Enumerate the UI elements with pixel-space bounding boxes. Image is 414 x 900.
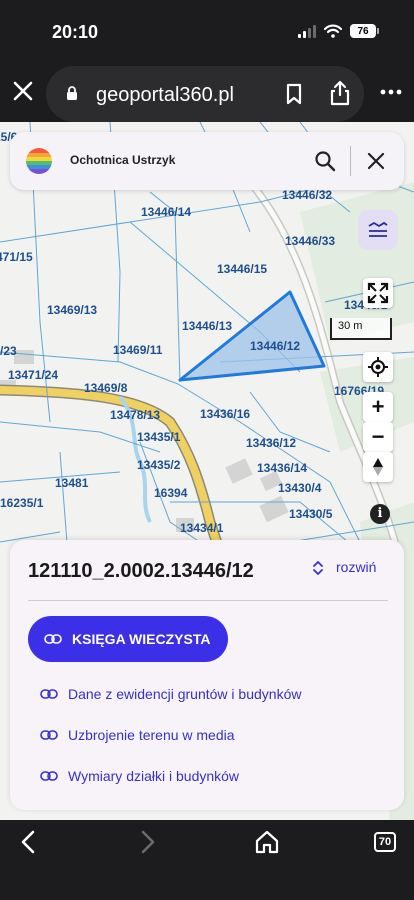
expand-icon[interactable] [312,560,324,576]
link-icon [40,689,58,699]
parcel-label: 13446/12 [250,339,301,353]
compass-icon [373,458,383,476]
utilities-link[interactable]: Uzbrojenie terenu w media [40,727,235,743]
land-register-label: KSIĘGA WIECZYSTA [72,631,211,647]
parcel-label: 13469/8 [84,381,128,395]
locate-icon [368,357,388,377]
parcel-label: 13469/11 [113,343,163,357]
parcel-label: 13469/13 [47,303,98,317]
parcel-label: 13435/1 [137,430,181,444]
more-icon[interactable] [380,88,402,96]
close-icon[interactable] [10,78,36,104]
layers-icon [368,221,388,237]
locate-button[interactable] [363,352,393,382]
parcel-label: 16235/1 [0,496,44,510]
parcel-sheet: 121110_2.0002.13446/12 rozwiń KSIĘGA WIE… [10,540,404,810]
dimensions-link[interactable]: Wymiary działki i budynków [40,768,239,784]
search-title: Ochotnica Ustrzyk [70,153,176,167]
parcel-label: 13478/13 [110,408,161,422]
dimensions-label: Wymiary działki i budynków [68,768,240,784]
back-icon[interactable] [16,830,40,854]
parcel-label: 13430/4 [278,481,322,495]
parcel-label: 13436/16 [200,407,251,421]
parcel-label: 13446/32 [282,188,333,202]
parcel-label: 13446/15 [217,262,268,276]
scale-bar: 30 m [330,318,392,340]
parcel-label: 13430/5 [289,507,333,521]
land-register-button[interactable]: KSIĘGA WIECZYSTA [28,616,228,662]
zoom-in-button[interactable]: + [363,392,393,422]
close-search-icon[interactable] [366,151,386,171]
link-icon [40,771,58,781]
address-bar[interactable]: geoportal360.pl [46,66,364,122]
lock-icon [67,86,77,100]
search-card[interactable]: Ochotnica Ustrzyk [10,132,404,190]
info-icon[interactable]: i [370,504,390,524]
parcel-id: 121110_2.0002.13446/12 [28,560,254,582]
logo-icon [26,148,52,174]
share-icon[interactable] [328,80,352,106]
fullscreen-button[interactable] [363,278,393,308]
search-icon[interactable] [314,150,336,172]
compass-button[interactable] [363,452,393,482]
status-icons: 76 [298,24,379,38]
parcel-label: 13435/2 [137,458,181,472]
land-records-label: Dane z ewidencji gruntów i budynków [68,686,302,702]
link-icon [40,730,58,740]
parcel-label: 13446/13 [182,319,233,333]
browser-toolbar: geoportal360.pl [0,62,414,122]
parcel-label: /23 [0,344,17,358]
forward-icon[interactable] [136,830,160,854]
parcel-label: 13434/1 [180,521,224,535]
parcel-label: 13436/12 [246,436,297,450]
battery-icon: 76 [350,24,379,38]
link-icon [44,634,62,644]
zoom-out-button[interactable]: − [363,422,393,452]
parcel-label: 13446/33 [285,234,336,248]
layers-button[interactable] [358,210,398,250]
url-text: geoportal360.pl [96,84,234,106]
utilities-label: Uzbrojenie terenu w media [68,727,235,743]
parcel-label: 471/15 [0,250,33,264]
fullscreen-icon [367,282,389,304]
sheet-divider [28,600,388,601]
parcel-label: 13471/24 [8,368,59,382]
search-divider [350,146,351,176]
parcel-label: 13436/14 [257,461,308,475]
signal-icon [298,24,316,38]
wifi-icon [324,24,342,38]
land-records-link[interactable]: Dane z ewidencji gruntów i budynków [40,686,301,702]
home-icon[interactable] [254,830,280,854]
parcel-label: 16394 [154,486,188,500]
status-bar: 20:10 76 [0,0,414,62]
status-time: 20:10 [52,22,99,42]
expand-button[interactable]: rozwiń [336,559,376,575]
parcel-label: 13446/14 [141,205,192,219]
tabs-button[interactable]: 70 [374,832,396,852]
browser-bottom-nav: 70 [0,820,414,900]
parcel-label: 13481 [55,476,89,490]
bookmark-icon[interactable] [284,83,304,105]
